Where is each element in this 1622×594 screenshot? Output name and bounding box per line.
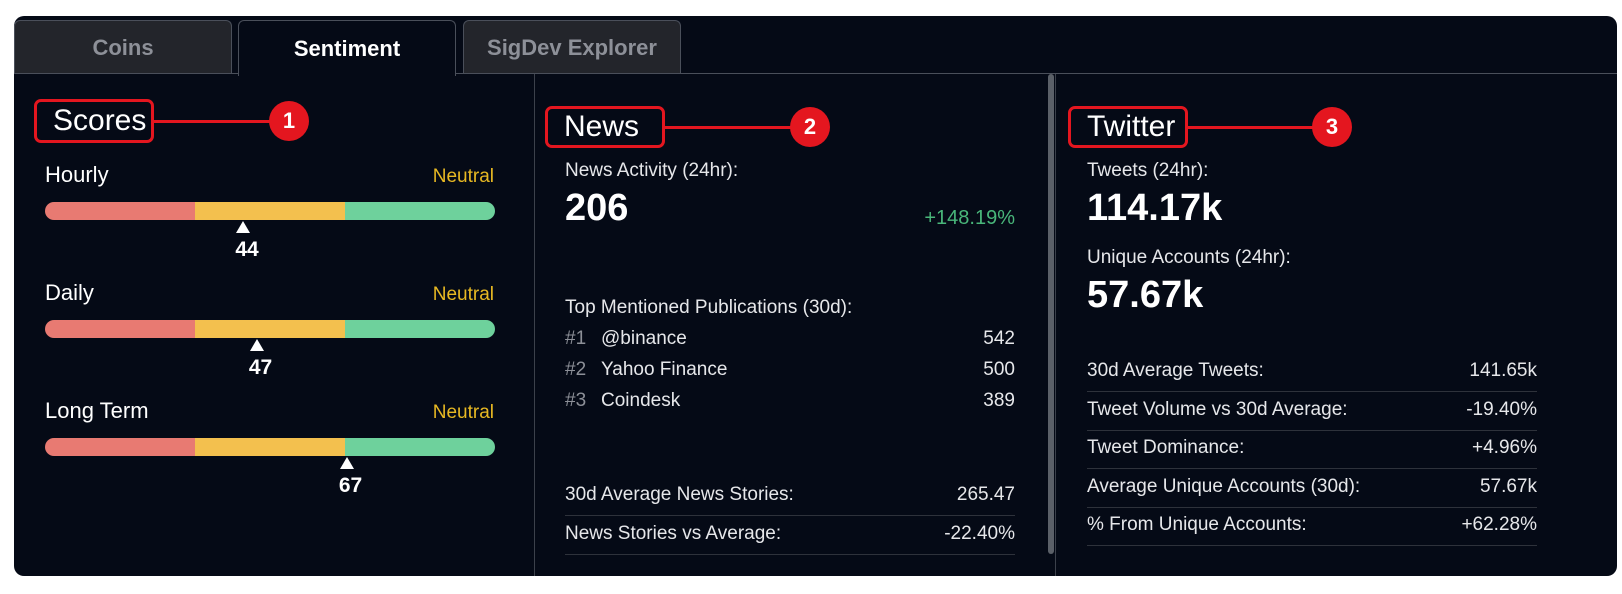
gauge-segment — [194, 438, 345, 456]
twitter-title: Twitter — [1068, 106, 1188, 148]
unique-accounts-label: Unique Accounts (24hr): — [1087, 247, 1291, 268]
gauge-segment — [194, 320, 345, 338]
stat-label: Tweet Volume vs 30d Average: — [1087, 398, 1348, 420]
publication-name: Coindesk — [601, 390, 681, 411]
stat-row: Tweet Dominance: +4.96% — [1087, 431, 1537, 469]
stat-label: Tweet Dominance: — [1087, 437, 1245, 458]
scores-panel: Scores 1 Hourly Neutral 44 Daily Neutral 47 Lo… — [14, 74, 534, 576]
gauge-segment — [344, 202, 495, 220]
score-gauge — [45, 438, 495, 456]
stat-value: 265.47 — [956, 484, 1015, 505]
stat-label: 30d Average News Stories: — [565, 484, 794, 505]
stat-value: 57.67k — [1479, 475, 1537, 497]
gauge-marker — [339, 457, 354, 469]
callout-badge-3: 3 — [1312, 107, 1352, 147]
callout-line — [665, 126, 795, 129]
stat-value: +62.28% — [1461, 514, 1537, 535]
publication-row[interactable]: #3 Coindesk 389 — [565, 390, 1015, 420]
stat-label: % From Unique Accounts: — [1087, 514, 1307, 535]
unique-accounts-value: 57.67k — [1087, 274, 1204, 316]
score-status: Neutral — [432, 284, 494, 305]
stat-value: 141.65k — [1469, 360, 1537, 381]
gauge-segment — [45, 202, 195, 220]
gauge-segment — [344, 438, 495, 456]
callout-line — [154, 120, 274, 123]
score-label: Long Term — [45, 398, 149, 423]
stat-row: News Stories vs Average: -22.40% — [565, 517, 1015, 555]
gauge-segment — [194, 202, 345, 220]
score-gauge — [45, 202, 495, 220]
stat-label: News Stories vs Average: — [565, 522, 782, 544]
news-activity-value: 206 — [565, 187, 629, 229]
publication-row[interactable]: #2 Yahoo Finance 500 — [565, 359, 1015, 389]
scores-title: Scores — [34, 99, 154, 143]
score-status: Neutral — [432, 166, 494, 187]
score-label: Daily — [45, 280, 94, 305]
publication-count: 389 — [983, 390, 1015, 411]
callout-line — [1188, 126, 1318, 129]
sentiment-widget: Coins Sentiment SigDev Explorer Scores 1… — [14, 16, 1617, 576]
news-panel: News 2 News Activity (24hr): 206 +148.19… — [535, 74, 1055, 576]
stat-row: Average Unique Accounts (30d): 57.67k — [1087, 470, 1537, 508]
publication-count: 500 — [983, 359, 1015, 380]
tweets-label: Tweets (24hr): — [1087, 160, 1209, 181]
news-activity-label: News Activity (24hr): — [565, 160, 739, 181]
gauge-marker — [249, 339, 264, 351]
gauge-segment — [344, 320, 495, 338]
score-gauge — [45, 320, 495, 338]
score-value: 47 — [248, 356, 273, 379]
callout-badge-1: 1 — [269, 101, 309, 141]
stat-row: % From Unique Accounts: +62.28% — [1087, 508, 1537, 546]
callout-badge-2: 2 — [790, 107, 830, 147]
tweets-value: 114.17k — [1087, 187, 1223, 229]
stat-value: -19.40% — [1466, 398, 1537, 420]
news-activity-change: +148.19% — [924, 207, 1015, 229]
publication-rank: #1 — [565, 328, 587, 349]
publication-rank: #2 — [565, 359, 587, 380]
stat-row: 30d Average Tweets: 141.65k — [1087, 354, 1537, 392]
publications-label: Top Mentioned Publications (30d): — [565, 297, 853, 318]
score-value: 67 — [338, 474, 363, 497]
twitter-panel: Twitter 3 Tweets (24hr): 114.17k Unique … — [1056, 74, 1617, 576]
tab-sentiment[interactable]: Sentiment — [238, 20, 456, 76]
tab-sigdev-explorer[interactable]: SigDev Explorer — [463, 20, 681, 74]
gauge-marker — [236, 221, 250, 233]
publication-name: @binance — [601, 328, 687, 349]
news-title: News — [545, 106, 665, 148]
tab-bar: Coins Sentiment SigDev Explorer — [14, 16, 1617, 76]
tab-coins[interactable]: Coins — [14, 20, 232, 74]
score-label: Hourly — [45, 162, 109, 187]
publication-row[interactable]: #1 @binance 542 — [565, 328, 1015, 358]
score-value: 44 — [235, 238, 259, 261]
stat-row: Tweet Volume vs 30d Average: -19.40% — [1087, 393, 1537, 431]
stat-label: 30d Average Tweets: — [1087, 360, 1264, 381]
stat-row: 30d Average News Stories: 265.47 — [565, 478, 1015, 516]
publication-count: 542 — [983, 328, 1015, 349]
publication-rank: #3 — [565, 390, 587, 411]
stat-value: +4.96% — [1472, 437, 1537, 458]
stat-label: Average Unique Accounts (30d): — [1087, 475, 1361, 497]
publication-name: Yahoo Finance — [601, 359, 728, 380]
gauge-segment — [45, 438, 195, 456]
stat-value: -22.40% — [944, 522, 1015, 544]
gauge-segment — [45, 320, 195, 338]
score-status: Neutral — [432, 402, 494, 423]
